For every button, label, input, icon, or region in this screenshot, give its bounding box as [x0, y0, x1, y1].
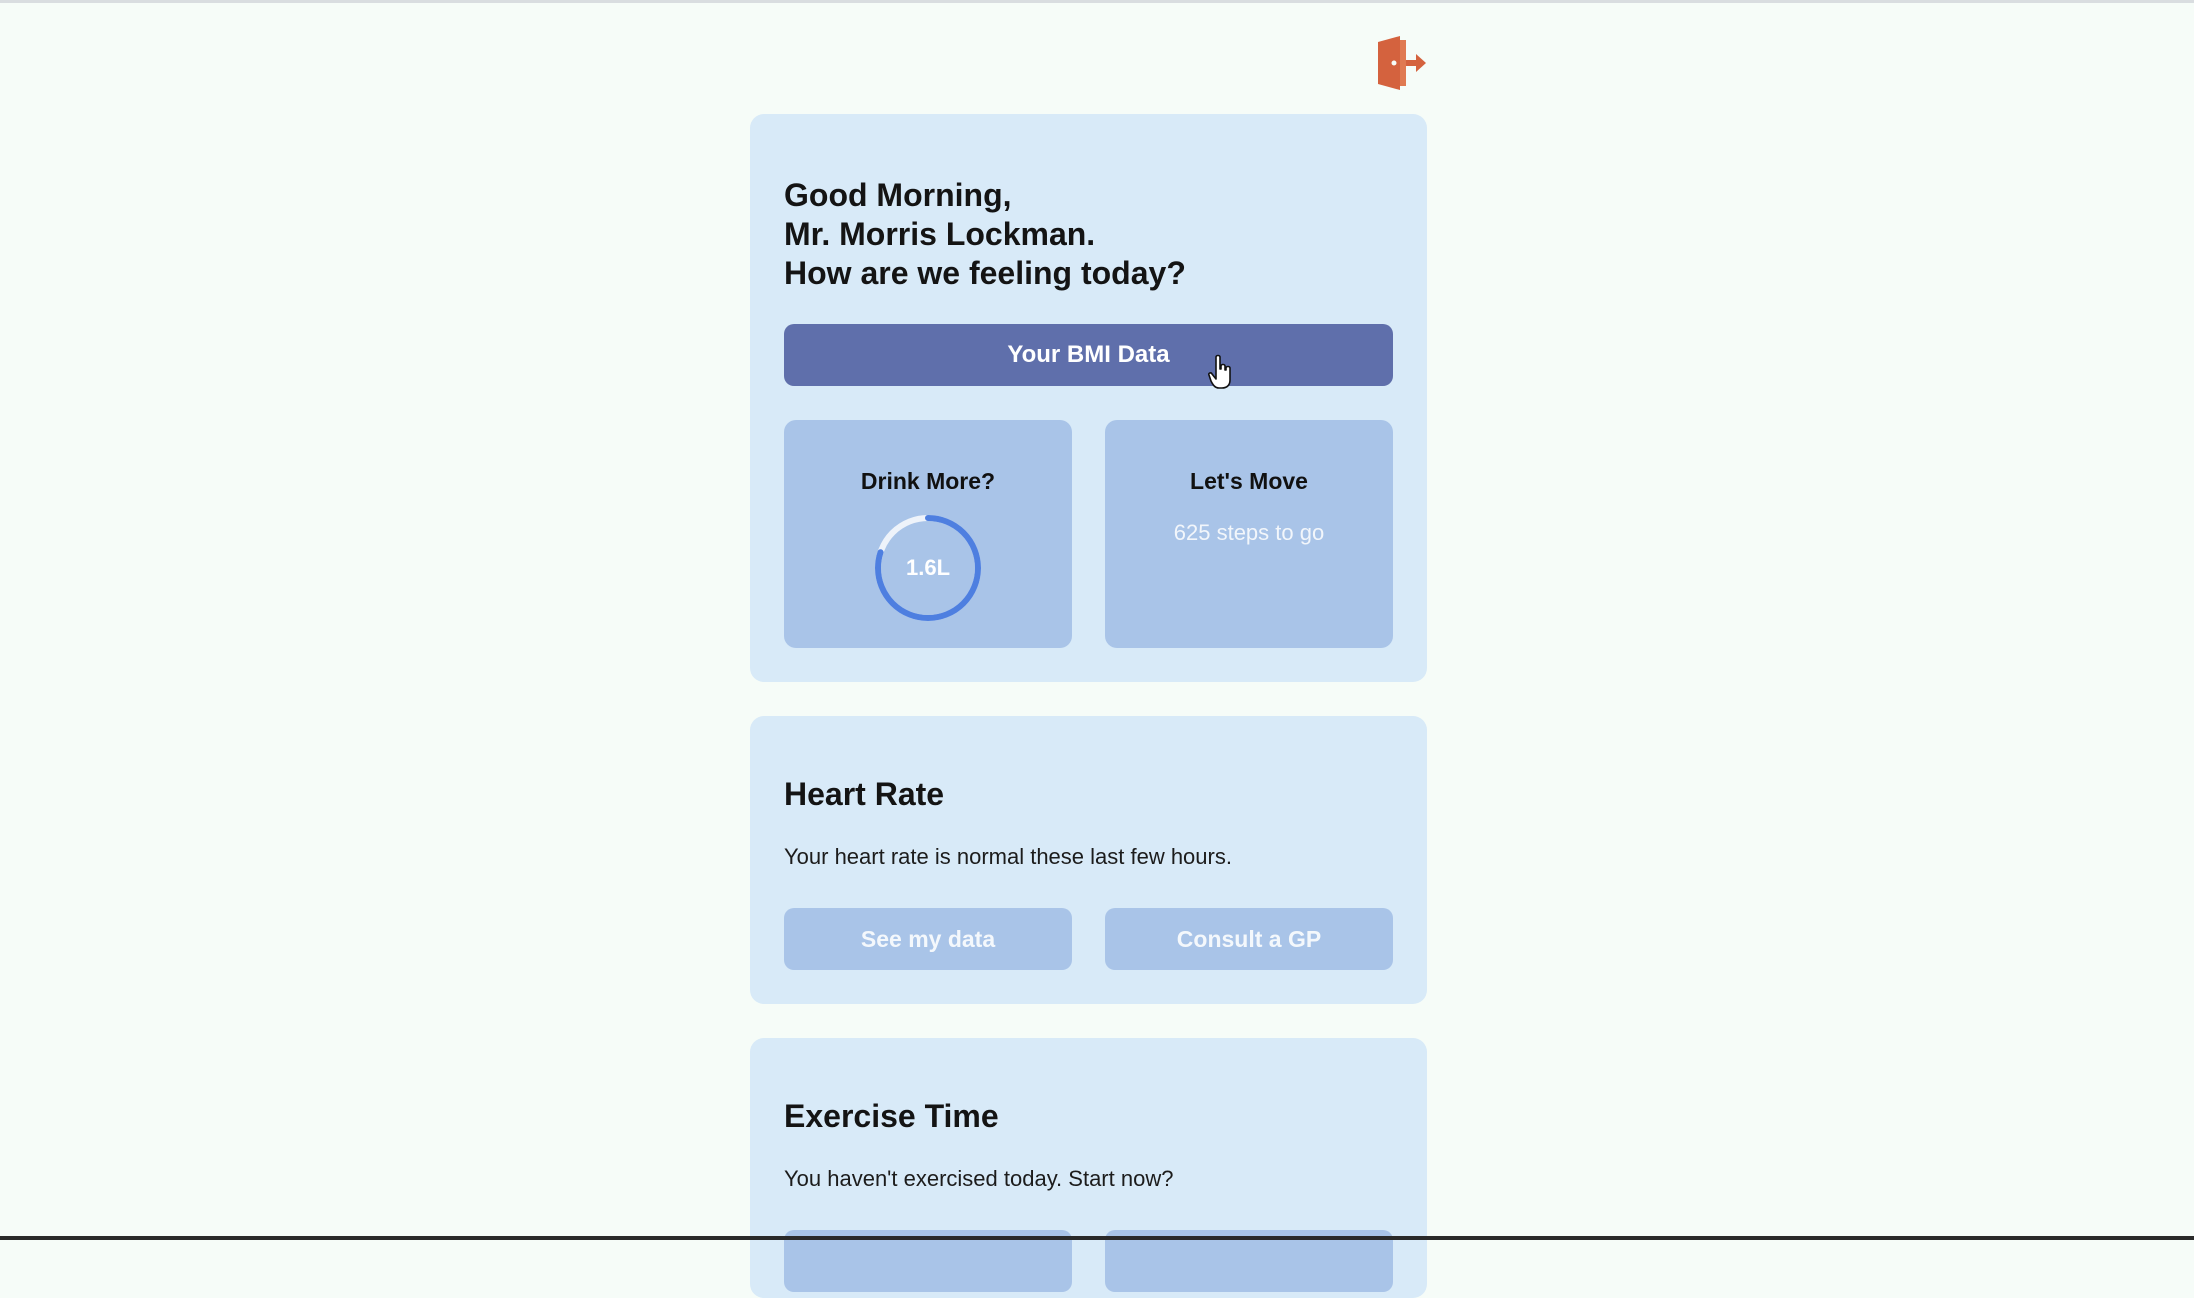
water-progress-ring: 1.6L [872, 512, 984, 624]
move-tile-title: Let's Move [1190, 468, 1308, 494]
drink-tile-title: Drink More? [860, 468, 996, 494]
bottom-border [0, 1236, 2194, 1240]
greeting-line-1: Good Morning, [784, 177, 1012, 213]
exercise-card: Exercise Time You haven't exercised toda… [750, 1038, 1427, 1298]
heart-rate-title: Heart Rate [784, 776, 945, 812]
bmi-data-button[interactable]: Your BMI Data [784, 324, 1393, 386]
greeting-line-2: Mr. Morris Lockman. [784, 216, 1096, 252]
heart-rate-card: Heart Rate Your heart rate is normal the… [750, 716, 1427, 1004]
see-my-data-button[interactable]: See my data [784, 908, 1072, 970]
logout-button[interactable] [1370, 34, 1428, 92]
exercise-status: You haven't exercised today. Start now? [784, 1166, 1174, 1191]
summary-card: Good Morning, Mr. Morris Lockman. How ar… [750, 114, 1427, 682]
exercise-title: Exercise Time [784, 1098, 999, 1134]
heart-rate-status: Your heart rate is normal these last few… [784, 844, 1232, 869]
greeting-line-3: How are we feeling today? [784, 255, 1186, 291]
greeting-heading: Good Morning, Mr. Morris Lockman. How ar… [784, 176, 1404, 293]
drink-more-tile[interactable]: Drink More? 1.6L [784, 420, 1072, 648]
steps-remaining: 625 steps to go [1173, 520, 1325, 545]
lets-move-tile[interactable]: Let's Move 625 steps to go [1105, 420, 1393, 648]
water-amount: 1.6L [905, 555, 951, 580]
consult-gp-button[interactable]: Consult a GP [1105, 908, 1393, 970]
top-border [0, 0, 2194, 3]
logout-door-icon [1378, 36, 1426, 90]
